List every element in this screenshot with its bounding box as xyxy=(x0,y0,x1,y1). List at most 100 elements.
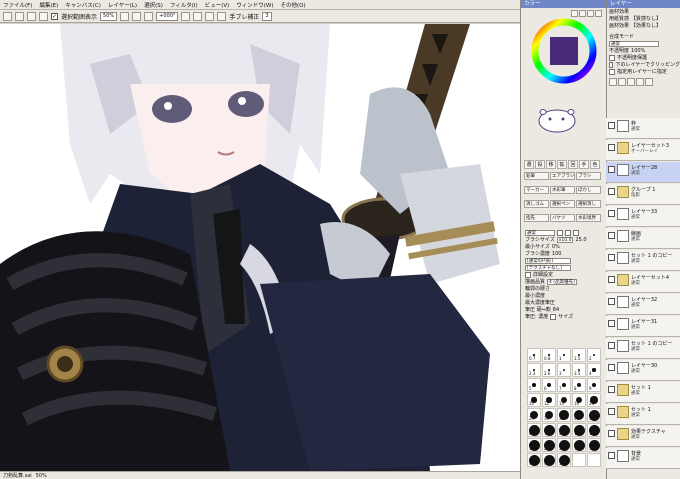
brush-bucket[interactable]: バケツ xyxy=(550,214,575,222)
brush-size-cell[interactable]: 10 xyxy=(527,393,541,407)
tool-hand[interactable]: 手 xyxy=(579,160,589,169)
visibility-eye-icon[interactable] xyxy=(608,298,615,305)
layer-item[interactable]: 効果テクスチャ 通常 xyxy=(606,426,680,447)
brush-size-cell[interactable]: 70 xyxy=(542,423,556,437)
brush-size-cell[interactable]: 1.5 xyxy=(572,348,586,362)
layer-item[interactable]: 背景 通常 xyxy=(606,448,680,469)
tool-rotate[interactable]: 回 xyxy=(568,160,578,169)
deselect-button[interactable] xyxy=(27,11,36,21)
layer-item[interactable]: セット 1 通常 xyxy=(606,382,680,403)
brush-airbrush[interactable]: エアブラシ xyxy=(550,172,575,180)
zoom-field[interactable]: 50% xyxy=(100,11,118,21)
layer-item[interactable]: 枠通常 xyxy=(606,118,680,139)
clip-checkbox[interactable] xyxy=(609,61,614,68)
density-value[interactable]: 100 xyxy=(552,251,562,257)
tool-select[interactable]: 選 xyxy=(524,160,534,169)
brush-size-cell[interactable]: 4 xyxy=(587,363,601,377)
layer-item[interactable]: レイヤー31 通常 xyxy=(606,316,680,337)
layer-item[interactable]: レイヤー30 通常 xyxy=(606,360,680,381)
pressure-size-checkbox[interactable] xyxy=(550,313,557,320)
hsv-mode-button[interactable] xyxy=(587,10,594,17)
layer-item[interactable]: レイヤーセット4 通常 xyxy=(606,272,680,293)
wheel-mode-button[interactable] xyxy=(571,10,578,17)
brush-size-cell[interactable]: 2 xyxy=(587,348,601,362)
brush-size-cell[interactable]: 35 xyxy=(557,408,571,422)
brush-pencil[interactable]: 鉛筆 xyxy=(524,172,549,180)
brush-blur[interactable]: ぼかし xyxy=(576,186,601,194)
visibility-eye-icon[interactable] xyxy=(608,408,615,415)
brush-water-edge[interactable]: 水彩境界 xyxy=(576,214,601,222)
brush-eraser[interactable]: 消しゴム xyxy=(524,200,549,208)
layer-item[interactable]: セット 1 通常 xyxy=(606,404,680,425)
rgb-mode-button[interactable] xyxy=(579,10,586,17)
menu-filter[interactable]: フィルタ(I) xyxy=(170,1,198,9)
flip-button[interactable] xyxy=(217,11,227,21)
visibility-eye-icon[interactable] xyxy=(608,232,615,239)
status-filename[interactable]: 刀剣乱舞.sai xyxy=(3,472,32,479)
new-layer-button[interactable] xyxy=(609,77,617,86)
new-folder-button[interactable] xyxy=(618,77,626,86)
visibility-eye-icon[interactable] xyxy=(608,276,615,283)
menu-canvas[interactable]: キャンバス(C) xyxy=(65,1,101,9)
brush-finger[interactable]: 指先 xyxy=(524,214,549,222)
layer-item[interactable]: レイヤーセット3 オーバーレイ xyxy=(606,140,680,161)
brush-size-cell[interactable]: 80 xyxy=(557,423,571,437)
brush-size-cell[interactable]: 25 xyxy=(527,408,541,422)
brush-size-cell[interactable]: 300 xyxy=(572,438,586,452)
brush-size-cell[interactable]: 30 xyxy=(542,408,556,422)
brush-size-cell[interactable]: 350 xyxy=(587,438,601,452)
zoom-reset-button[interactable] xyxy=(144,11,154,21)
brush-size-cell[interactable]: 160 xyxy=(527,438,541,452)
hue-ring[interactable] xyxy=(531,18,597,84)
shape-soft-icon[interactable] xyxy=(573,229,579,236)
brush-size-cell[interactable]: 6 xyxy=(542,378,556,392)
brush-size-cell[interactable]: 450 xyxy=(542,453,556,467)
layer-item[interactable]: レイヤー33 通常 xyxy=(606,206,680,227)
menu-other[interactable]: その他(O) xyxy=(281,1,306,9)
menu-select[interactable]: 選択(S) xyxy=(144,1,163,9)
opacity-value[interactable]: 100% xyxy=(631,48,645,54)
blend-mode-select[interactable]: 通常 xyxy=(609,40,659,47)
brush-size-cell[interactable]: 2.3 xyxy=(527,363,541,377)
visibility-eye-icon[interactable] xyxy=(608,386,615,393)
size-value[interactable]: 25.0 xyxy=(575,237,586,243)
brush-size-cell[interactable]: 12 xyxy=(542,393,556,407)
brush-size-cell[interactable]: 250 xyxy=(557,438,571,452)
visibility-eye-icon[interactable] xyxy=(608,254,615,261)
brush-size-cell[interactable]: 200 xyxy=(542,438,556,452)
menu-layer[interactable]: レイヤー(L) xyxy=(108,1,137,9)
menu-view[interactable]: ビュー(V) xyxy=(205,1,230,9)
undo-button[interactable] xyxy=(3,11,12,21)
brush-watercolor[interactable]: 水彩筆 xyxy=(550,186,575,194)
brush-size-cell[interactable]: 7 xyxy=(557,378,571,392)
drawing-canvas[interactable] xyxy=(0,24,520,471)
brush-size-cell[interactable]: 400 xyxy=(527,453,541,467)
brush-size-cell[interactable]: 2.6 xyxy=(542,363,556,377)
brush-size-cell[interactable]: 1 xyxy=(557,348,571,362)
brush-size-cell[interactable]: 5 xyxy=(527,378,541,392)
brush-size-cell[interactable]: 0.7 xyxy=(527,348,541,362)
redo-button[interactable] xyxy=(15,11,24,21)
protect-checkbox[interactable] xyxy=(609,54,615,61)
menu-file[interactable]: ファイル(F) xyxy=(3,1,32,9)
layer-item[interactable]: セット 1 のコピー 通常 xyxy=(606,250,680,271)
stabilizer-field[interactable]: 3 xyxy=(262,11,272,21)
menu-window[interactable]: ウィンドウ(W) xyxy=(236,1,273,9)
shape-square-icon[interactable] xyxy=(557,229,563,236)
zoom-in-button[interactable] xyxy=(132,11,142,21)
visibility-eye-icon[interactable] xyxy=(608,210,615,217)
tool-zoom[interactable]: 拡 xyxy=(557,160,567,169)
brush-size-cell[interactable]: 16 xyxy=(572,393,586,407)
size-multiplier[interactable]: x10.0 xyxy=(556,236,574,243)
brush-size-cell[interactable]: 0.8 xyxy=(542,348,556,362)
brush-size-cell[interactable]: 3 xyxy=(557,363,571,377)
brush-shape-select[interactable]: [通常の円形] xyxy=(525,257,571,264)
layer-item[interactable]: レイヤー28 通常 xyxy=(606,162,680,183)
brush-select-pen[interactable]: 選択ペン xyxy=(550,200,575,208)
visibility-eye-icon[interactable] xyxy=(608,166,615,173)
menu-edit[interactable]: 編集(E) xyxy=(39,1,58,9)
tool-dropper[interactable]: 色 xyxy=(590,160,600,169)
brush-select-eraser[interactable]: 選択消し xyxy=(576,200,601,208)
visibility-eye-icon[interactable] xyxy=(608,364,615,371)
brush-size-cell[interactable]: 120 xyxy=(587,423,601,437)
